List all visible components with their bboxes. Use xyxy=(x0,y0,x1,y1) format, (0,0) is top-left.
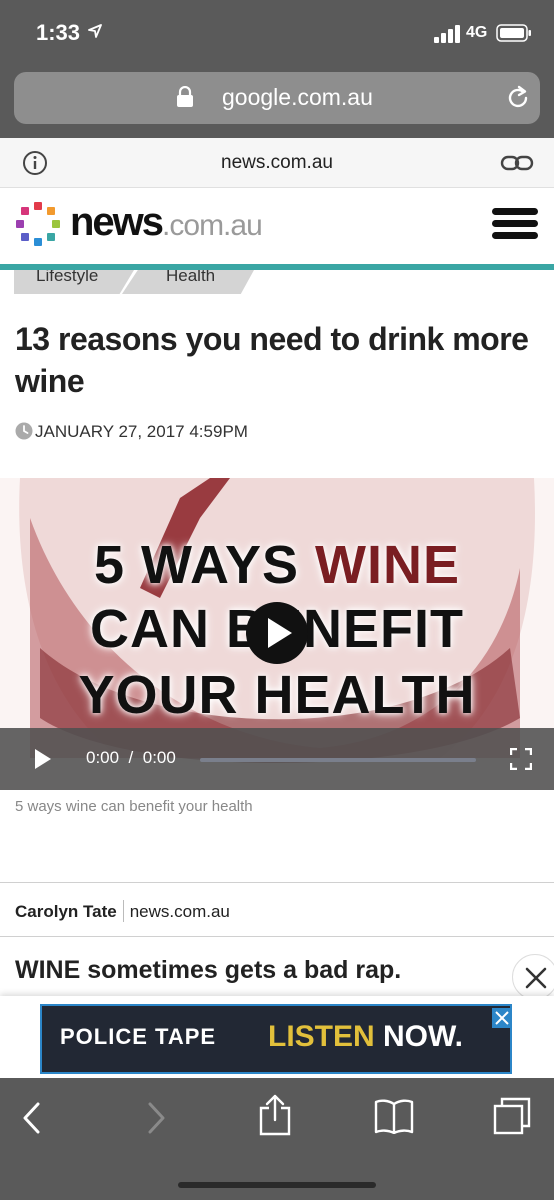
video-progress-track[interactable] xyxy=(200,758,476,762)
video-caption: 5 ways wine can benefit your health xyxy=(15,798,253,815)
url-text: google.com.au xyxy=(222,84,373,110)
divider xyxy=(0,882,554,883)
news-logo[interactable]: news.com.au xyxy=(70,200,263,245)
play-icon[interactable] xyxy=(34,748,52,770)
browser-chrome: 1:33 4G google.com.au xyxy=(0,0,554,138)
byline-separator xyxy=(122,900,124,922)
video-time: 0:00 / 0:00 xyxy=(86,748,176,768)
author-name[interactable]: Carolyn Tate xyxy=(15,902,117,921)
site-masthead: news.com.au xyxy=(0,188,554,264)
tabs-icon[interactable] xyxy=(492,1096,532,1136)
status-time: 1:33 xyxy=(36,20,81,45)
news-logo-icon[interactable] xyxy=(14,200,62,248)
video-current-time: 0:00 xyxy=(86,748,120,767)
video-controls: 0:00 / 0:00 xyxy=(0,728,554,790)
byline: Carolyn Tate news.com.au xyxy=(15,900,230,922)
hamburger-icon[interactable] xyxy=(492,208,538,244)
video-duration: 0:00 xyxy=(142,748,176,767)
location-arrow-icon xyxy=(88,24,102,38)
amp-header-bar: news.com.au xyxy=(0,138,554,188)
ad-cta: LISTEN NOW. xyxy=(268,1020,463,1054)
byline-source: news.com.au xyxy=(129,902,230,921)
ad-choices-close-button[interactable] xyxy=(492,1008,510,1028)
lock-icon xyxy=(177,86,193,107)
article-lede: WINE sometimes gets a bad rap. xyxy=(15,956,402,984)
play-icon xyxy=(268,618,292,648)
link-icon[interactable] xyxy=(500,152,534,174)
network-type: 4G xyxy=(466,24,488,41)
close-ad-button[interactable] xyxy=(512,954,554,1000)
ad-cta-listen: LISTEN xyxy=(268,1020,375,1053)
divider xyxy=(0,936,554,937)
ad-container: POLICE TAPE LISTEN NOW. xyxy=(0,996,554,1078)
back-icon[interactable] xyxy=(22,1102,42,1134)
article-headline: 13 reasons you need to drink more wine xyxy=(15,321,529,399)
close-icon xyxy=(525,967,547,989)
video-title-part1: 5 WAYS xyxy=(93,535,316,595)
video-title-line1: 5 WAYS WINE xyxy=(0,534,554,596)
video-title-line3: YOUR HEALTH xyxy=(78,665,476,725)
video-player[interactable]: 5 WAYS WINE CAN BENEFIT YOUR HEALTH 0:00… xyxy=(0,478,554,790)
play-overlay-button[interactable] xyxy=(246,602,308,664)
breadcrumb-lifestyle[interactable]: Lifestyle xyxy=(14,270,134,294)
ad-police-tape: POLICE TAPE xyxy=(60,1024,217,1049)
ad-banner[interactable]: POLICE TAPE LISTEN NOW. xyxy=(40,1004,512,1074)
masthead-divider xyxy=(0,264,554,270)
battery-icon xyxy=(496,24,531,42)
share-icon[interactable] xyxy=(258,1094,292,1136)
logo-domain: .com.au xyxy=(162,209,263,242)
breadcrumb-health[interactable]: Health xyxy=(122,270,254,294)
ad-cta-now: NOW. xyxy=(383,1020,464,1053)
signal-icon xyxy=(434,25,460,43)
video-time-separator: / xyxy=(128,748,134,767)
forward-icon[interactable] xyxy=(146,1102,166,1134)
amp-site-name: news.com.au xyxy=(221,152,333,173)
home-indicator[interactable] xyxy=(178,1182,376,1188)
article-date: JANUARY 27, 2017 4:59PM xyxy=(15,422,248,442)
bookmarks-icon[interactable] xyxy=(374,1098,414,1134)
video-title-wine: WINE xyxy=(315,535,461,595)
fullscreen-icon[interactable] xyxy=(510,748,532,770)
browser-toolbar xyxy=(0,1078,554,1200)
article-date-text: JANUARY 27, 2017 4:59PM xyxy=(35,422,248,441)
clock-icon xyxy=(15,422,33,440)
logo-word: news xyxy=(70,200,164,244)
close-icon xyxy=(495,1011,509,1025)
reload-icon[interactable] xyxy=(504,84,532,112)
address-bar[interactable]: google.com.au xyxy=(14,72,540,124)
